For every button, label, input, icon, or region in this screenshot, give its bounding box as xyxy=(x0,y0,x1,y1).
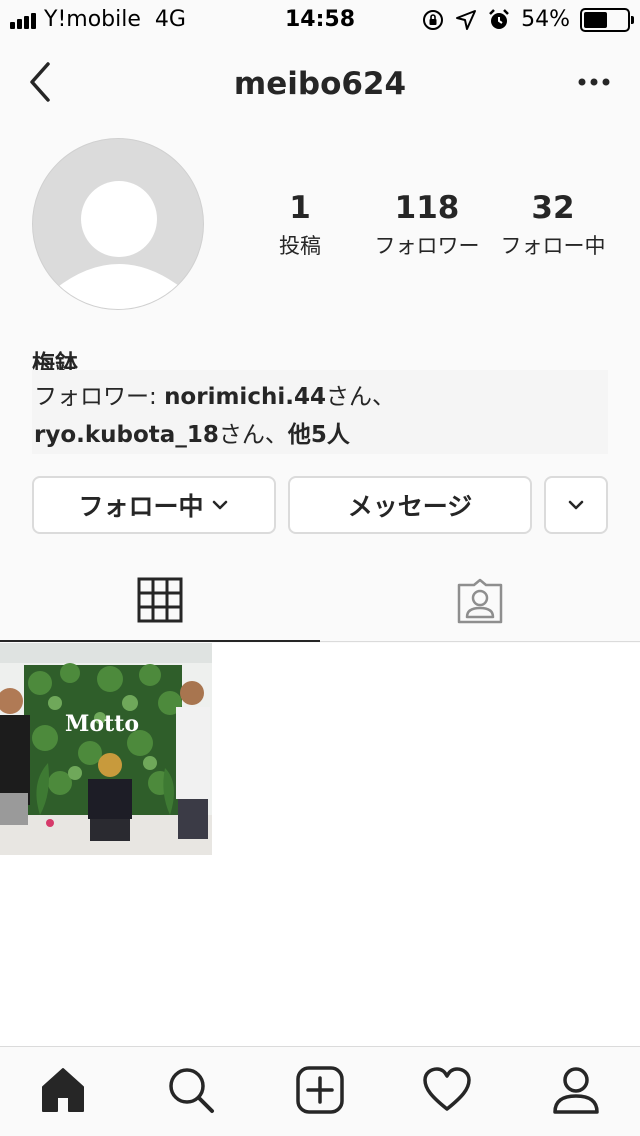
nav-search[interactable] xyxy=(166,1065,216,1115)
stat-label: フォロー中 xyxy=(500,234,606,258)
message-button-label: メッセージ xyxy=(347,492,473,521)
chevron-down-icon xyxy=(212,500,227,510)
stat-value: 118 xyxy=(394,190,460,226)
followed-by-suffix: さん、 xyxy=(325,384,395,410)
more-options-icon[interactable] xyxy=(576,70,612,94)
message-button[interactable]: メッセージ xyxy=(288,476,532,534)
post-sign-text: Motto xyxy=(65,711,139,737)
profile-stats: 1 投稿 118 フォロワー 32 フォロー中 xyxy=(240,190,630,270)
grid-icon xyxy=(137,577,183,623)
follower-link[interactable]: ryo.kubota_18 xyxy=(34,422,219,448)
post-photo: Motto xyxy=(0,643,212,855)
chevron-down-icon xyxy=(568,500,584,510)
followed-by[interactable]: フォロワー: norimichi.44さん、 ryo.kubota_18さん、他… xyxy=(32,370,608,454)
profile-tabs xyxy=(0,560,640,642)
stat-value: 32 xyxy=(531,190,575,226)
search-icon xyxy=(169,1068,214,1113)
followers-count[interactable]: 118 フォロワー xyxy=(367,190,487,260)
nav-profile[interactable] xyxy=(551,1065,601,1115)
followed-by-others[interactable]: 他5人 xyxy=(288,422,350,448)
following-button[interactable]: フォロー中 xyxy=(32,476,276,534)
add-post-icon xyxy=(296,1066,344,1114)
nav-new-post[interactable] xyxy=(295,1065,345,1115)
suggested-accounts-button[interactable] xyxy=(544,476,608,534)
tagged-person-icon xyxy=(457,578,503,624)
rotation-lock-icon xyxy=(423,9,444,30)
profile-icon xyxy=(553,1067,599,1114)
default-avatar-icon xyxy=(55,181,183,309)
following-button-label: フォロー中 xyxy=(78,492,204,521)
profile-username: meibo624 xyxy=(233,66,407,102)
bottom-navigation xyxy=(0,1046,640,1136)
home-icon xyxy=(42,1068,84,1112)
posts-grid: Motto xyxy=(0,643,640,1046)
followed-by-suffix: さん、 xyxy=(218,422,288,448)
post-thumbnail[interactable]: Motto xyxy=(0,643,212,855)
follower-link[interactable]: norimichi.44 xyxy=(164,384,326,410)
alarm-icon xyxy=(489,8,509,29)
location-arrow-icon xyxy=(456,9,477,30)
heart-icon xyxy=(423,1067,471,1111)
followed-by-prefix: フォロワー: xyxy=(34,384,165,410)
stat-value: 1 xyxy=(289,190,311,226)
stat-label: フォロワー xyxy=(374,234,480,258)
posts-count[interactable]: 1 投稿 xyxy=(240,190,360,260)
status-bar: Y!mobile 4G 14:58 54% xyxy=(0,0,640,40)
tab-posts-grid[interactable] xyxy=(0,560,320,642)
stat-label: 投稿 xyxy=(279,234,321,258)
following-count[interactable]: 32 フォロー中 xyxy=(493,190,613,260)
battery-icon xyxy=(580,7,634,32)
tab-tagged[interactable] xyxy=(320,560,640,642)
battery-percent: 54% xyxy=(521,7,570,32)
nav-home[interactable] xyxy=(38,1065,88,1115)
profile-header: meibo624 xyxy=(0,40,640,128)
nav-activity[interactable] xyxy=(422,1065,472,1115)
profile-avatar[interactable] xyxy=(32,138,204,310)
